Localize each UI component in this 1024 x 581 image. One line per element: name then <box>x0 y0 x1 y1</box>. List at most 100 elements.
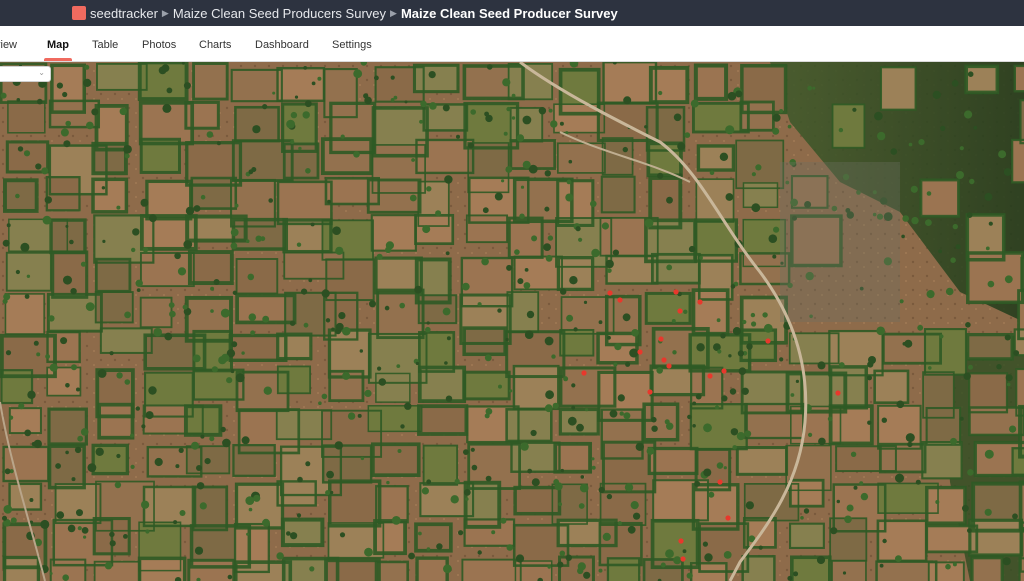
tree <box>248 507 253 512</box>
tree <box>442 307 451 316</box>
survey-marker[interactable] <box>707 373 713 379</box>
tree <box>222 438 231 448</box>
tree <box>443 564 452 574</box>
tree <box>969 178 975 185</box>
tree <box>35 163 42 170</box>
field-parcel <box>652 254 700 284</box>
tree <box>795 379 800 383</box>
tree <box>926 191 932 196</box>
tree <box>465 497 469 501</box>
tree <box>374 75 379 81</box>
tab-photos[interactable]: Photos <box>142 26 176 61</box>
tree <box>145 529 150 534</box>
survey-marker[interactable] <box>607 290 613 296</box>
survey-marker[interactable] <box>617 297 623 303</box>
tree <box>928 366 932 370</box>
survey-marker[interactable] <box>658 336 664 342</box>
tree <box>149 214 157 223</box>
tab-map[interactable]: Map <box>44 26 72 61</box>
tree <box>566 179 572 185</box>
survey-marker[interactable] <box>678 538 684 544</box>
tree <box>486 64 493 70</box>
tree <box>84 64 90 70</box>
tree <box>1003 168 1012 176</box>
tree <box>836 499 840 504</box>
tree <box>210 309 214 313</box>
tree <box>252 125 261 134</box>
tree <box>335 322 344 331</box>
survey-marker[interactable] <box>637 349 643 355</box>
survey-marker[interactable] <box>581 370 587 376</box>
breadcrumb-home[interactable]: seedtracker <box>90 6 158 21</box>
seedtracker-logo-icon[interactable] <box>72 6 86 20</box>
tree <box>793 571 799 577</box>
tree <box>86 121 94 130</box>
tree <box>55 463 61 469</box>
tree <box>154 457 163 467</box>
satellite-map[interactable] <box>0 62 1024 581</box>
tree <box>360 456 365 461</box>
tree <box>601 222 610 230</box>
tree <box>853 485 858 490</box>
tree <box>60 128 69 137</box>
tab-table[interactable]: Table <box>92 26 118 61</box>
tree <box>477 302 482 307</box>
tree <box>612 249 620 256</box>
tree <box>575 226 581 232</box>
tree <box>625 361 631 367</box>
survey-marker[interactable] <box>666 363 672 369</box>
tree <box>879 563 884 568</box>
survey-marker[interactable] <box>673 289 679 295</box>
field-parcel <box>193 331 232 371</box>
tree <box>732 445 737 450</box>
tree <box>309 566 315 572</box>
tree <box>482 207 489 214</box>
breadcrumb-project[interactable]: Maize Clean Seed Producers Survey <box>173 6 386 21</box>
tree <box>391 516 401 525</box>
tree <box>471 464 478 471</box>
field-parcel <box>376 258 422 293</box>
tree <box>763 323 773 333</box>
tree <box>193 205 201 212</box>
tree <box>935 500 940 504</box>
tree <box>353 69 363 79</box>
survey-marker[interactable] <box>647 389 653 395</box>
tree <box>772 254 777 259</box>
tab-overview[interactable]: view <box>0 26 17 61</box>
tree <box>317 76 322 81</box>
tree <box>1004 275 1013 284</box>
tree <box>123 145 132 154</box>
survey-marker[interactable] <box>680 556 686 562</box>
survey-marker[interactable] <box>725 515 731 521</box>
tree <box>544 404 553 413</box>
tree <box>629 348 639 358</box>
layer-select-dropdown[interactable]: ⌄ <box>0 66 51 82</box>
survey-marker[interactable] <box>677 308 683 314</box>
tree <box>939 334 944 339</box>
tree <box>182 304 188 310</box>
survey-marker[interactable] <box>661 357 667 363</box>
tree <box>606 268 612 273</box>
tree <box>24 294 30 299</box>
tab-settings[interactable]: Settings <box>332 26 372 61</box>
tree <box>37 98 43 105</box>
tree <box>338 312 346 320</box>
tree <box>411 158 415 162</box>
survey-marker[interactable] <box>765 338 771 344</box>
tab-charts[interactable]: Charts <box>199 26 231 61</box>
tree <box>446 336 451 341</box>
survey-marker[interactable] <box>697 299 703 305</box>
survey-marker[interactable] <box>721 368 727 374</box>
map-canvas[interactable] <box>0 62 1024 581</box>
tree <box>950 437 957 445</box>
tree <box>20 242 30 252</box>
tree <box>339 532 346 538</box>
survey-marker[interactable] <box>717 479 723 485</box>
field-parcel <box>4 557 39 581</box>
survey-marker[interactable] <box>835 390 841 396</box>
field-parcel <box>601 176 635 213</box>
tree <box>140 198 149 207</box>
field-parcel <box>329 481 380 526</box>
tree <box>598 320 603 325</box>
tab-dashboard[interactable]: Dashboard <box>255 26 309 61</box>
